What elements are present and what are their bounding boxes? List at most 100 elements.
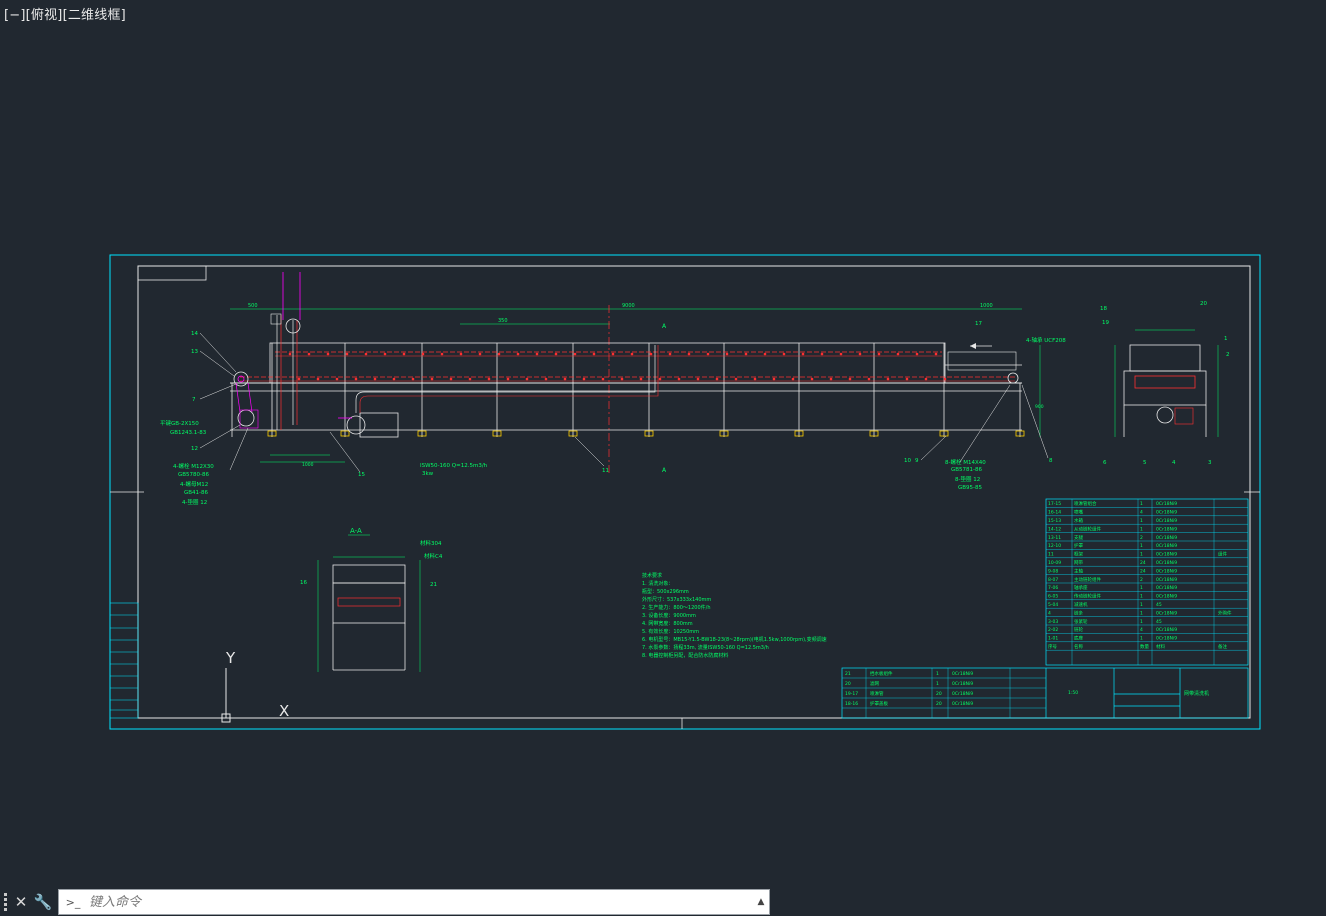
spray-nozzle (402, 352, 406, 356)
lower-parts-cell: 20 (845, 681, 851, 687)
parts-cell: 2-02 (1048, 627, 1058, 633)
revision-column (109, 602, 139, 719)
leader-labels: 14 13 7 12 15 11 10 9 8 17 4-轴承 UCF208 I… (160, 321, 1066, 506)
parts-cell: 10-09 (1048, 560, 1061, 566)
drawing-canvas[interactable]: 9000 1000 500 350 1000 900 A A 14 13 7 1… (0, 0, 1326, 886)
side-view (1114, 329, 1219, 437)
sheet-corner-box (137, 265, 207, 281)
svg-text:20: 20 (1200, 301, 1207, 307)
parts-cell: 16-14 (1048, 510, 1061, 516)
spray-nozzle (430, 377, 434, 381)
parts-cell: 45 (1156, 619, 1162, 625)
svg-text:1: 1 (1224, 336, 1228, 342)
parts-cell: 2 (1140, 535, 1143, 541)
svg-text:11: 11 (602, 468, 609, 474)
spray-nozzle (782, 352, 786, 356)
parts-list: 17-15 喷淋管组合 1 0Cr18Ni9 16-14 喷嘴 4 0Cr18Ni9 15-13… (1045, 498, 1249, 666)
svg-text:GB41-86: GB41-86 (184, 490, 209, 496)
spray-nozzle (943, 377, 947, 381)
parts-cell: 轴承座 (1074, 584, 1088, 591)
parts-cell: 外购件 (1218, 609, 1232, 616)
parts-cell: 0Cr18Ni9 (1156, 510, 1177, 516)
svg-text:19: 19 (1102, 320, 1109, 326)
settings-wrench-icon[interactable]: 🔧 (32, 889, 54, 915)
parts-cell: 链轮 (1074, 626, 1083, 633)
parts-cell: 1 (1140, 636, 1143, 642)
spray-nozzle (288, 352, 292, 356)
spray-nozzle (630, 352, 634, 356)
parts-cell: 1 (1140, 610, 1143, 616)
note-line: 瓶型：500x296mm (642, 588, 689, 595)
close-icon[interactable]: ✕ (10, 889, 32, 915)
command-prompt-icon[interactable]: >_ (59, 893, 87, 911)
spray-nozzle (829, 377, 833, 381)
lower-parts-cell: 滤网 (870, 680, 879, 687)
parts-cell: 0Cr18Ni9 (1156, 594, 1177, 600)
spray-nozzle (582, 377, 586, 381)
parts-cell: 0Cr18Ni9 (1156, 543, 1177, 549)
parts-cell: 1 (1140, 619, 1143, 625)
svg-text:平键GB-2X150: 平键GB-2X150 (160, 419, 199, 427)
parts-cell: 1 (1140, 501, 1143, 507)
parts-cell: 6-05 (1048, 594, 1058, 600)
parts-cell: 0Cr18Ni9 (1156, 526, 1177, 532)
spray-nozzle (563, 377, 567, 381)
svg-text:GB5781-86: GB5781-86 (951, 467, 983, 473)
spray-nozzle (744, 352, 748, 356)
svg-text:6: 6 (1103, 460, 1107, 466)
spray-nozzle (440, 352, 444, 356)
spray-nozzle (905, 377, 909, 381)
spray-nozzle (820, 352, 824, 356)
dim-right: 1000 (980, 303, 993, 309)
lower-parts-cell: 0Cr18Ni9 (952, 701, 973, 707)
spray-nozzle (725, 352, 729, 356)
spray-nozzle (896, 352, 900, 356)
svg-text:13: 13 (191, 349, 198, 355)
svg-text:GB1243.1-83: GB1243.1-83 (170, 430, 207, 436)
spray-nozzle (877, 352, 881, 356)
svg-text:8-螺栓 M14X40: 8-螺栓 M14X40 (945, 458, 986, 466)
svg-text:7: 7 (192, 397, 196, 403)
note-line: 4. 网带宽度：800mm (642, 620, 693, 627)
svg-text:17: 17 (975, 321, 982, 327)
ucs-icon (221, 668, 278, 723)
svg-text:4-螺栓 M12X30: 4-螺栓 M12X30 (173, 462, 214, 470)
note-line: 技术要求 (642, 572, 662, 579)
svg-text:4-螺母M12: 4-螺母M12 (180, 480, 208, 488)
command-history-icon[interactable]: ▲ (753, 897, 769, 907)
svg-text:16: 16 (300, 580, 307, 586)
note-line: 1. 清洗对象： (642, 580, 673, 587)
svg-text:18: 18 (1100, 306, 1107, 312)
svg-text:8-垫圈 12: 8-垫圈 12 (955, 475, 980, 483)
note-line: 5. 有效长度：10250mm (642, 628, 699, 635)
spray-nozzle (867, 377, 871, 381)
spray-nozzle (354, 377, 358, 381)
spray-nozzle (658, 377, 662, 381)
command-input[interactable] (87, 891, 753, 913)
spray-nozzle (554, 352, 558, 356)
parts-cell: 1 (1140, 526, 1143, 532)
spray-nozzle (839, 352, 843, 356)
lower-parts-cell: 19-17 (845, 691, 858, 697)
parts-cell: 数量 (1140, 643, 1149, 650)
parts-cell: 名称 (1074, 643, 1083, 650)
lower-parts-cell: 20 (936, 701, 942, 707)
spray-nozzle (734, 377, 738, 381)
command-bar-grip[interactable] (2, 893, 10, 911)
parts-cell: 4 (1048, 610, 1051, 616)
parts-cell: 0Cr18Ni9 (1156, 501, 1177, 507)
lower-parts-cell: 0Cr18Ni9 (952, 681, 973, 687)
svg-text:12: 12 (191, 446, 198, 452)
lower-parts-cell: 0Cr18Ni9 (952, 691, 973, 697)
parts-cell: 0Cr18Ni9 (1156, 577, 1177, 583)
parts-cell: 0Cr18Ni9 (1156, 627, 1177, 633)
lower-parts-cell: 1 (936, 671, 939, 677)
spray-nozzle (934, 352, 938, 356)
parts-cell: 框架 (1074, 551, 1083, 558)
parts-cell: 链条 (1074, 609, 1083, 616)
spray-nozzle (573, 352, 577, 356)
parts-cell: 13-11 (1048, 535, 1061, 541)
svg-text:GB95-85: GB95-85 (958, 485, 983, 491)
parts-cell: 3-03 (1048, 619, 1058, 625)
parts-cell: 24 (1140, 568, 1146, 574)
